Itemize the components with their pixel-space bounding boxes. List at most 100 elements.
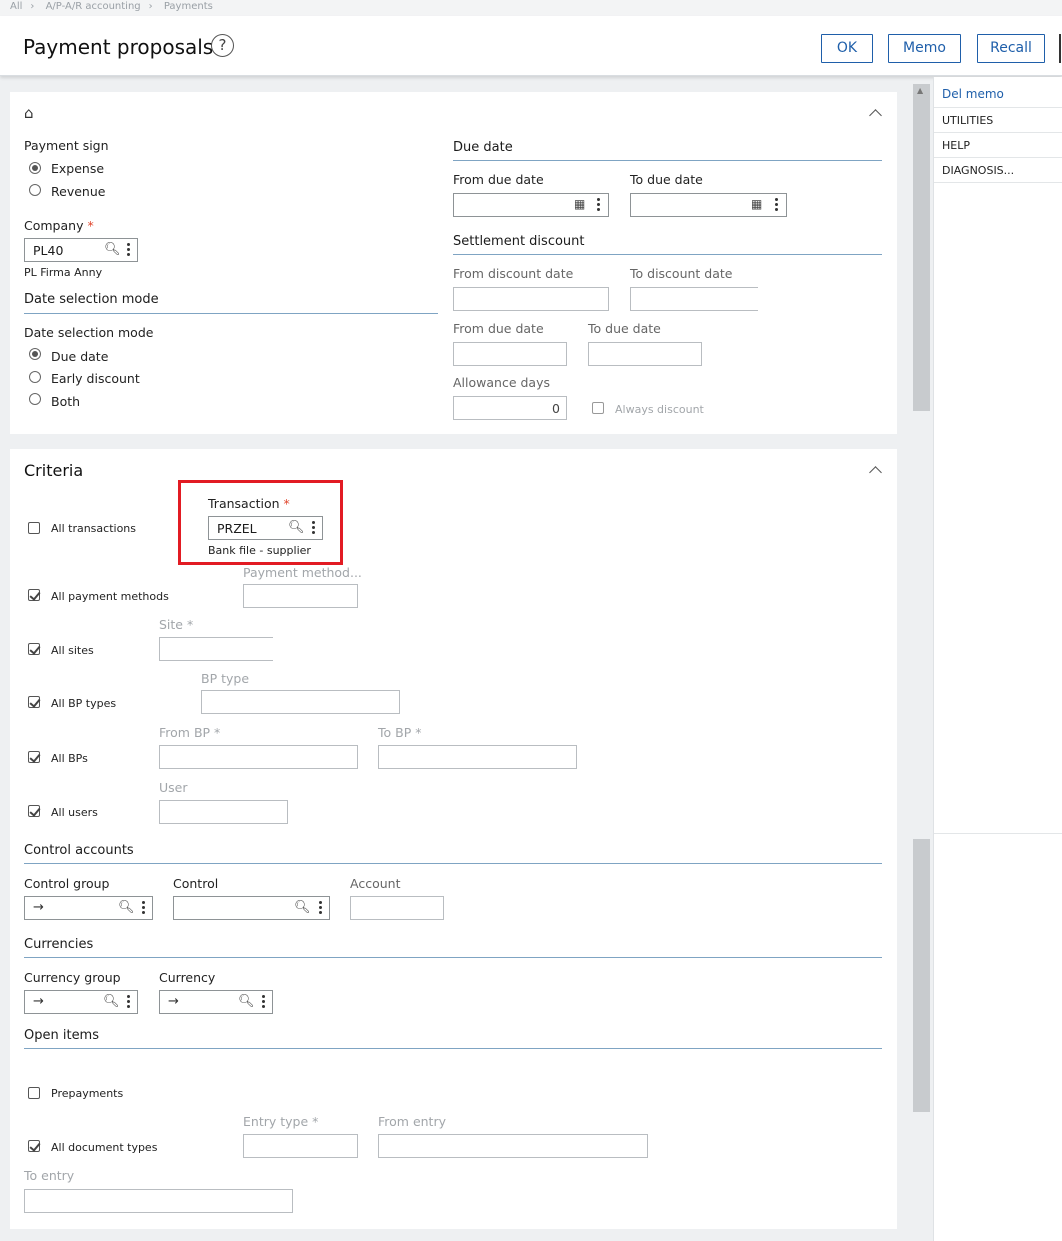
site-label-text: Site (159, 617, 183, 632)
company-label: Company * (24, 218, 94, 233)
more-options-icon[interactable] (319, 901, 322, 915)
more-options-icon[interactable] (775, 198, 778, 212)
more-options-icon[interactable] (127, 995, 130, 1009)
allowance-days-value: 0 (552, 401, 560, 416)
from-due-date-field[interactable]: ▦ (453, 193, 609, 217)
del-memo-link[interactable]: Del memo (934, 80, 1062, 108)
calendar-icon[interactable]: ▦ (751, 197, 762, 211)
transaction-field[interactable]: PRZEL 🔍︎ (208, 516, 323, 540)
help-menu[interactable]: HELP (934, 133, 1062, 158)
search-icon[interactable]: 🔍︎ (118, 900, 135, 915)
transaction-label-text: Transaction (208, 496, 280, 511)
from-entry-field[interactable] (378, 1134, 648, 1158)
search-icon[interactable]: 🔍︎ (238, 994, 255, 1009)
control-accounts-section-title: Control accounts (24, 843, 134, 858)
from-due-date-discount-field[interactable] (453, 342, 567, 366)
home-icon[interactable]: ⌂ (24, 104, 34, 122)
early-discount-radio-label: Early discount (51, 371, 140, 386)
breadcrumb-item-all[interactable]: All (10, 1, 22, 12)
utilities-menu[interactable]: UTILITIES (934, 108, 1062, 133)
all-payment-methods-label: All payment methods (51, 590, 169, 603)
payment-method-label: Payment method... (243, 565, 362, 580)
all-sites-checkbox[interactable] (28, 643, 40, 655)
to-discount-date-field[interactable] (630, 287, 758, 311)
to-due-date-discount-field[interactable] (588, 342, 702, 366)
site-label: Site * (159, 617, 193, 632)
search-icon[interactable]: 🔍︎ (103, 994, 120, 1009)
help-icon[interactable]: ? (211, 34, 234, 57)
early-discount-radio[interactable] (29, 371, 41, 383)
breadcrumb-item-payments[interactable]: Payments (164, 1, 213, 12)
currency-group-field[interactable]: → 🔍︎ (24, 990, 138, 1014)
control-group-label: Control group (24, 876, 110, 891)
button-overflow-edge (1059, 34, 1061, 63)
more-options-icon[interactable] (262, 995, 265, 1009)
scrollbar[interactable] (913, 84, 930, 1124)
control-field[interactable]: 🔍︎ (173, 896, 330, 920)
dim-required-marker: * (214, 725, 221, 740)
from-discount-date-label: From discount date (453, 266, 574, 281)
search-icon[interactable]: 🔍︎ (288, 520, 305, 535)
due-date-radio[interactable] (29, 348, 41, 360)
all-transactions-checkbox[interactable] (28, 522, 40, 534)
more-options-icon[interactable] (312, 521, 315, 535)
more-options-icon[interactable] (142, 901, 145, 915)
entry-type-label-text: Entry type (243, 1114, 309, 1129)
from-bp-field[interactable] (159, 745, 358, 769)
breadcrumb-item-ap-ar[interactable]: A/P-A/R accounting (46, 1, 141, 12)
all-bp-types-label: All BP types (51, 697, 117, 710)
to-due-date-field[interactable]: ▦ (630, 193, 787, 217)
revenue-radio[interactable] (29, 184, 41, 196)
more-options-icon[interactable] (127, 243, 130, 257)
from-discount-date-field[interactable] (453, 287, 609, 311)
control-group-field[interactable]: → 🔍︎ (24, 896, 153, 920)
settlement-discount-section-title: Settlement discount (453, 234, 585, 249)
user-field[interactable] (159, 800, 288, 824)
memo-button[interactable]: Memo (888, 34, 961, 63)
all-bps-checkbox[interactable] (28, 751, 40, 763)
all-bps-label: All BPs (51, 752, 88, 765)
calendar-icon[interactable]: ▦ (574, 197, 585, 211)
dim-required-marker: * (186, 617, 194, 632)
company-field[interactable]: PL40 🔍︎ (24, 238, 138, 262)
required-marker: * (283, 496, 290, 511)
dim-required-marker: * (312, 1114, 319, 1129)
all-payment-methods-checkbox[interactable] (28, 589, 40, 601)
expense-radio[interactable] (29, 162, 41, 174)
always-discount-checkbox[interactable] (592, 402, 604, 414)
company-label-text: Company (24, 218, 84, 233)
entry-type-field[interactable] (243, 1134, 358, 1158)
scrollbar-thumb-upper[interactable] (913, 84, 930, 411)
to-entry-field[interactable] (24, 1189, 293, 1213)
prepayments-checkbox[interactable] (28, 1087, 40, 1099)
both-radio[interactable] (29, 393, 41, 405)
from-due-date-discount-label: From due date (453, 321, 544, 336)
more-options-icon[interactable] (597, 198, 600, 212)
recall-button[interactable]: Recall (977, 34, 1045, 63)
all-bp-types-checkbox[interactable] (28, 696, 40, 708)
section-rule (24, 313, 438, 314)
control-label: Control (173, 876, 219, 891)
currency-field[interactable]: → 🔍︎ (159, 990, 273, 1014)
to-due-date-label: To due date (630, 172, 703, 187)
payment-sign-label: Payment sign (24, 138, 109, 153)
to-bp-field[interactable] (378, 745, 577, 769)
all-users-checkbox[interactable] (28, 805, 40, 817)
section-rule (24, 957, 882, 958)
payment-method-field[interactable] (243, 584, 358, 608)
diagnosis-menu[interactable]: DIAGNOSIS... (934, 158, 1062, 183)
all-document-types-checkbox[interactable] (28, 1140, 40, 1152)
ok-button[interactable]: OK (821, 34, 873, 63)
bp-type-field[interactable] (201, 690, 400, 714)
right-action-panel: Del memo UTILITIES HELP DIAGNOSIS... (933, 77, 1062, 1241)
scroll-up-icon[interactable]: ▲ (917, 86, 923, 95)
search-icon[interactable]: 🔍︎ (104, 242, 121, 257)
to-bp-label-text: To BP (378, 725, 412, 740)
search-icon[interactable]: 🔍︎ (294, 900, 311, 915)
section-rule (453, 160, 882, 161)
site-field[interactable] (159, 637, 273, 661)
allowance-days-field[interactable]: 0 (453, 396, 567, 420)
panel-divider (934, 833, 1062, 834)
scrollbar-thumb-lower[interactable] (913, 839, 930, 1112)
account-field[interactable] (350, 896, 444, 920)
